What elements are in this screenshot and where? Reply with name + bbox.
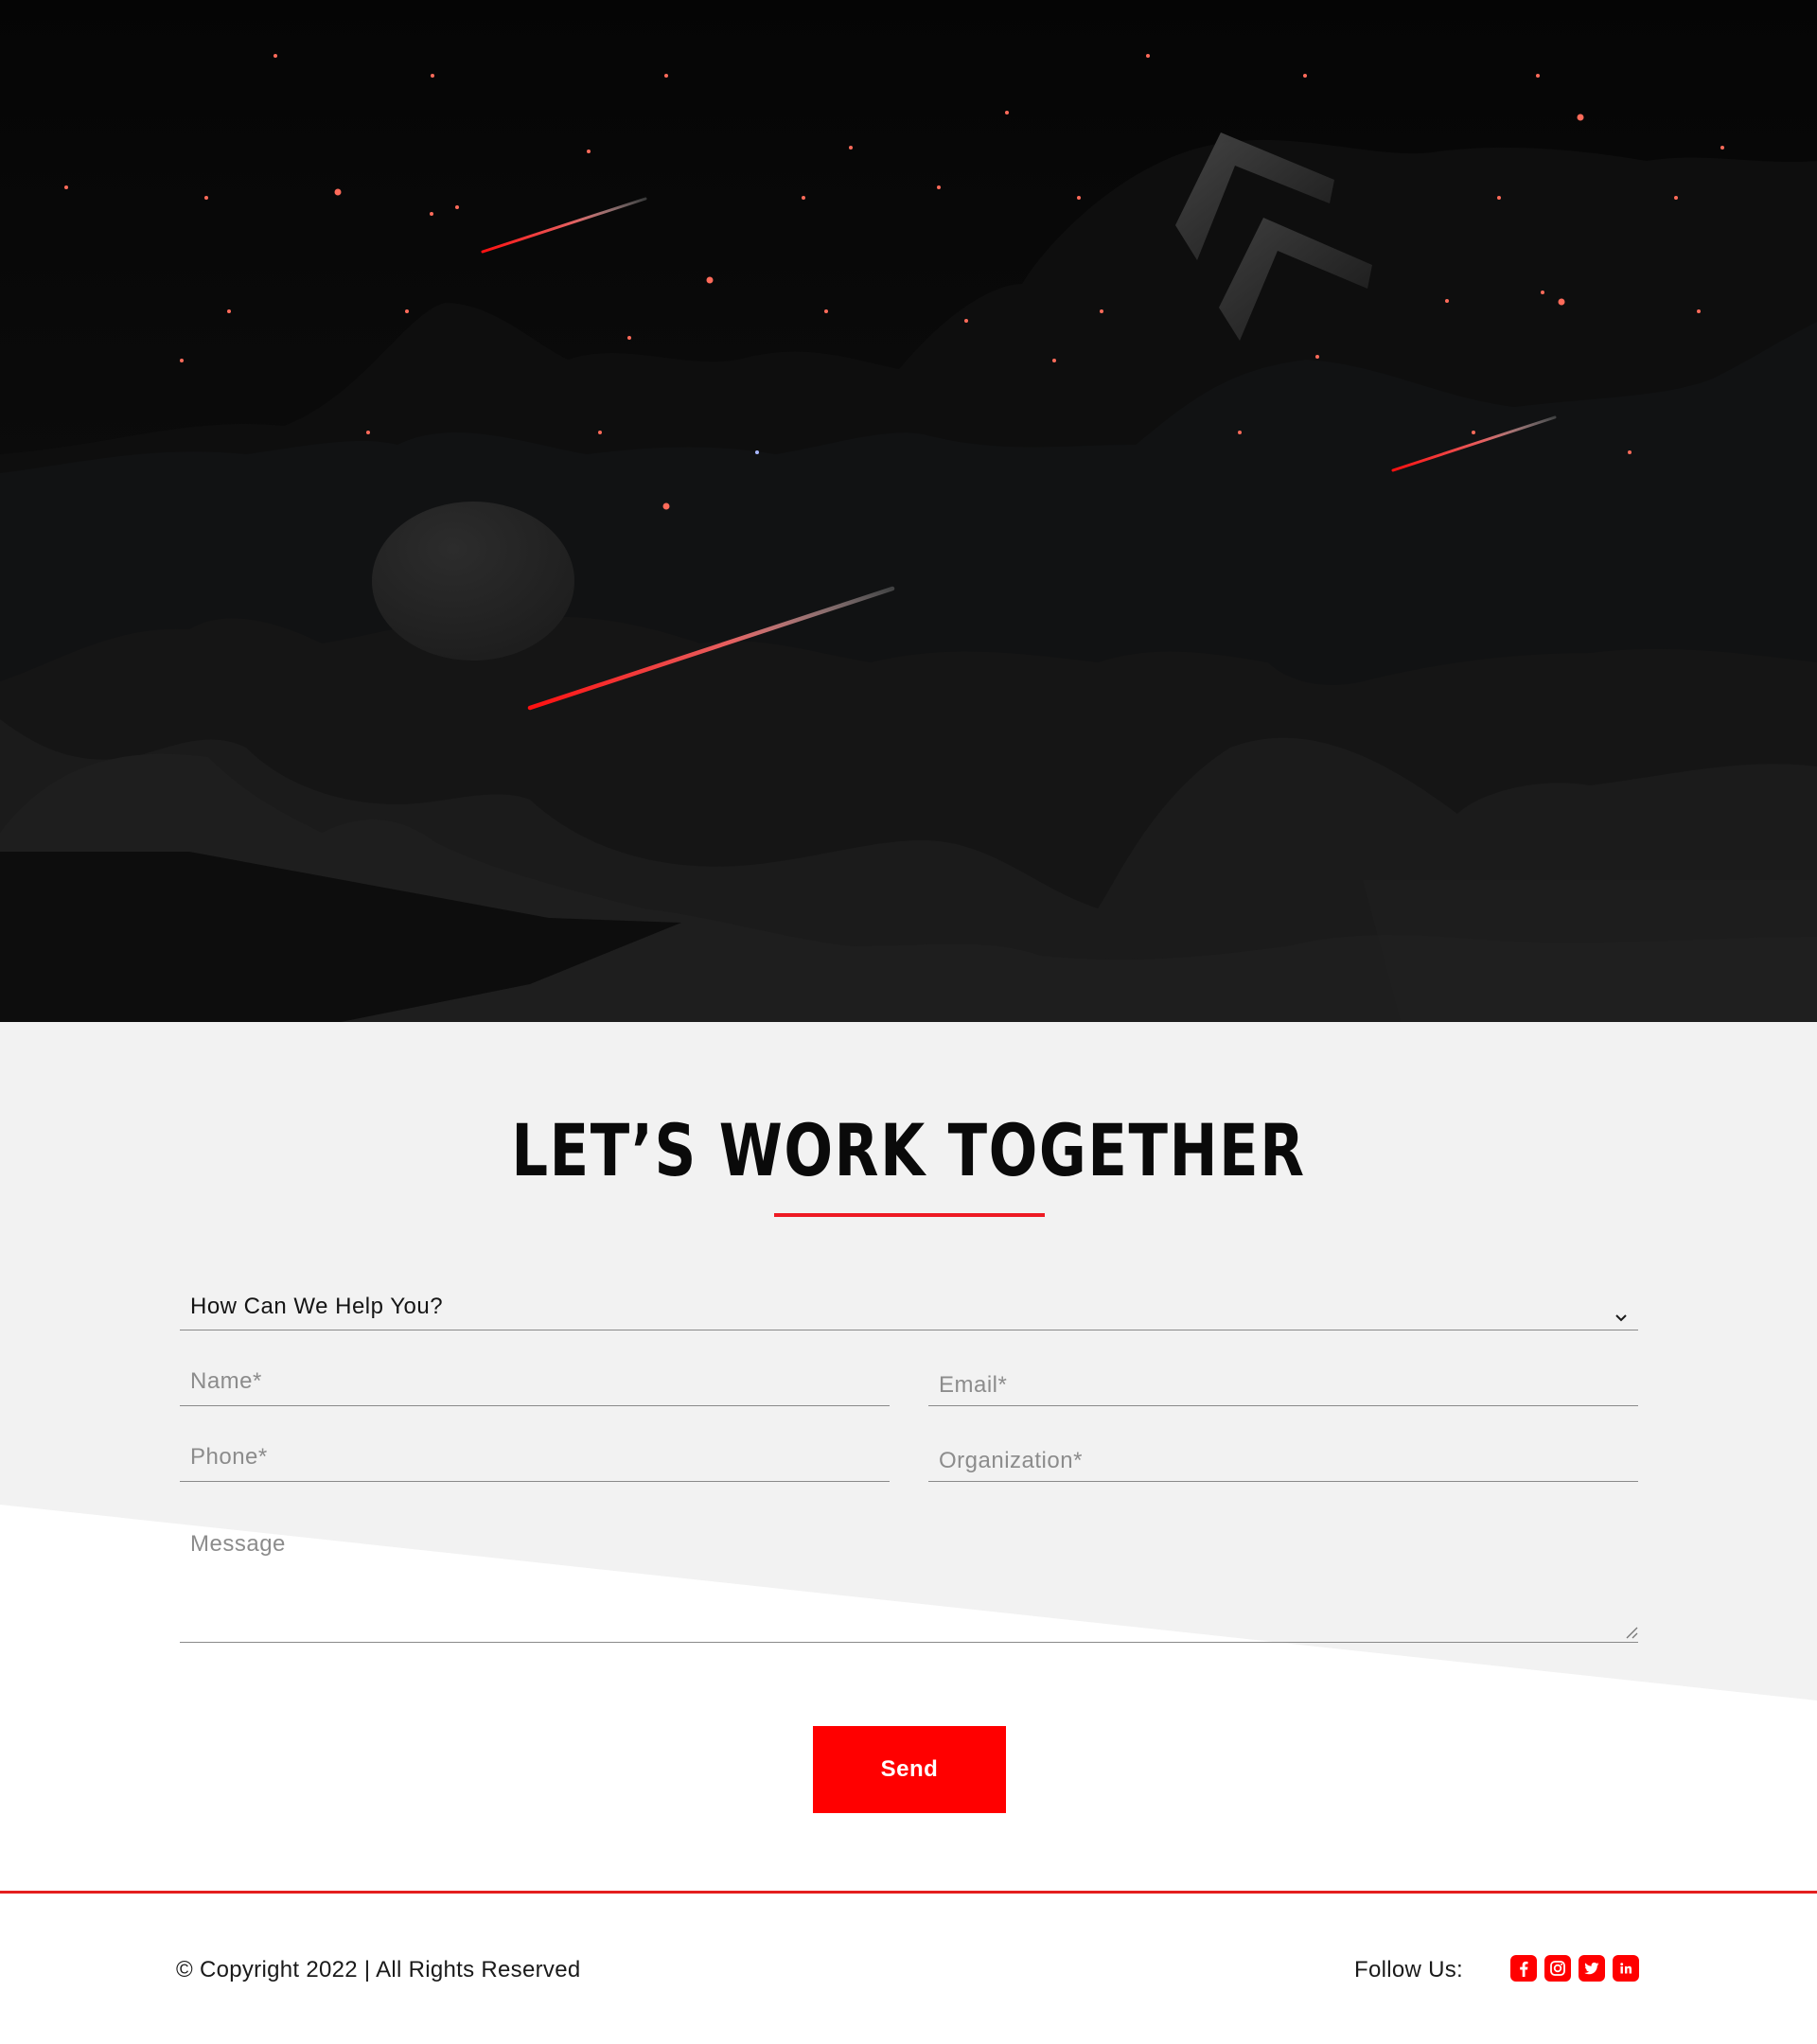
phone-placeholder: Phone*	[190, 1444, 268, 1470]
email-field[interactable]: Email*	[928, 1363, 1638, 1406]
name-field[interactable]: Name*	[180, 1363, 890, 1406]
resize-handle-icon[interactable]	[1625, 1626, 1638, 1639]
instagram-icon[interactable]	[1544, 1955, 1571, 1982]
twitter-icon[interactable]	[1579, 1955, 1605, 1982]
footer-divider	[0, 1891, 1817, 1894]
copyright-text: © Copyright 2022 | All Rights Reserved	[176, 1957, 581, 1982]
night-sky-illustration	[0, 54, 1817, 1022]
send-button[interactable]: Send	[813, 1726, 1006, 1813]
phone-field[interactable]: Phone*	[180, 1438, 890, 1482]
help-select[interactable]: How Can We Help You?	[180, 1287, 1638, 1330]
organization-field[interactable]: Organization*	[928, 1438, 1638, 1482]
organization-placeholder: Organization*	[939, 1448, 1083, 1473]
email-placeholder: Email*	[939, 1372, 1008, 1398]
section-title: LET’S WORK TOGETHER	[511, 1108, 1306, 1192]
mountain-right	[1363, 880, 1817, 1022]
facebook-icon[interactable]	[1510, 1955, 1537, 1982]
name-placeholder: Name*	[190, 1368, 262, 1394]
meteor-1	[481, 197, 647, 254]
follow-us-label: Follow Us:	[1354, 1957, 1464, 1982]
moon-shape	[372, 502, 574, 661]
chevron-down-icon	[1615, 1314, 1627, 1322]
help-select-value: How Can We Help You?	[190, 1294, 444, 1319]
title-underline	[774, 1213, 1045, 1217]
message-textarea[interactable]: Message	[180, 1525, 1638, 1643]
hero-banner	[0, 0, 1817, 1022]
linkedin-icon[interactable]	[1613, 1955, 1639, 1982]
message-placeholder: Message	[190, 1531, 286, 1557]
